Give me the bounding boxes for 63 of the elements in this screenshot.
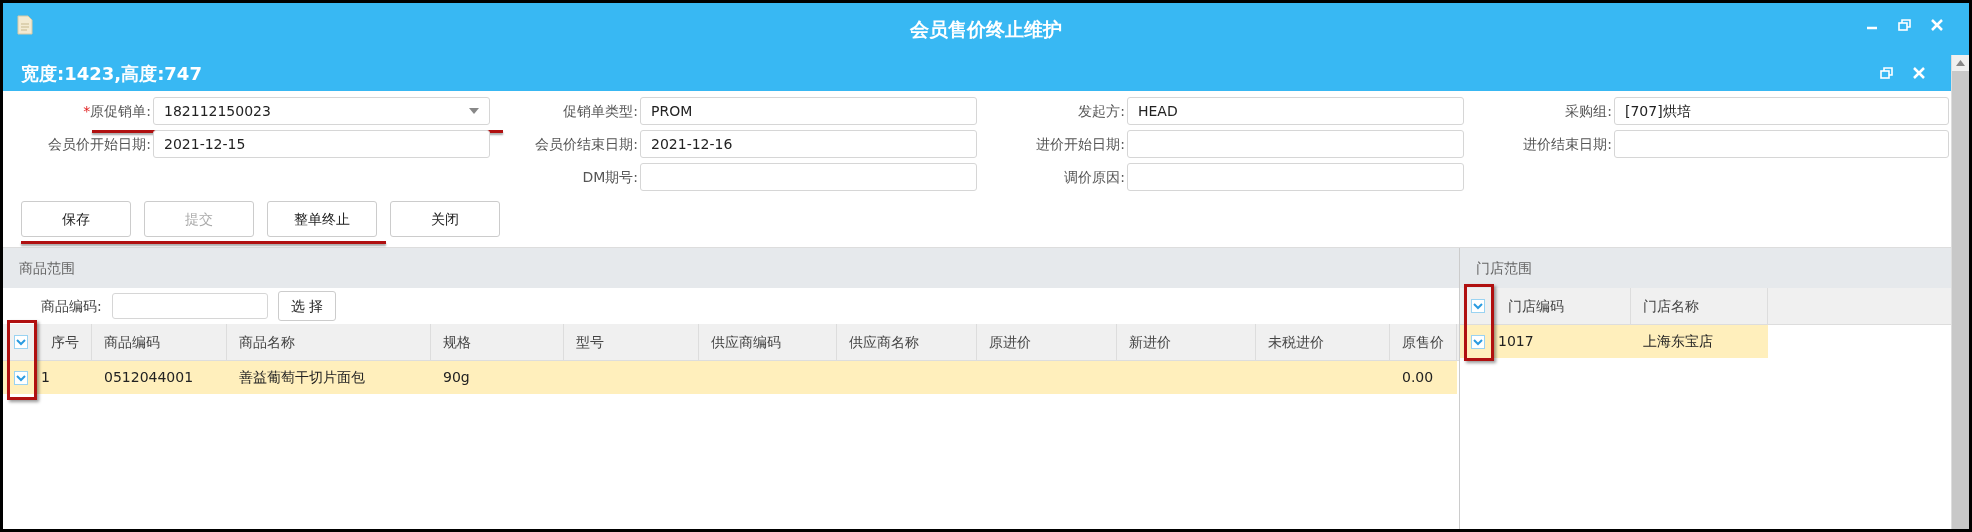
scrollbar[interactable]	[1951, 55, 1969, 529]
column-header[interactable]: 序号	[39, 324, 92, 360]
table-cell: 0.00	[1402, 369, 1434, 385]
column-header[interactable]: 原进价	[977, 324, 1117, 360]
field-label: 调价原因:	[1063, 167, 1125, 187]
document-icon	[17, 15, 33, 35]
toolbar-button[interactable]: 关闭	[390, 201, 500, 237]
close-icon[interactable]	[1913, 67, 1925, 79]
input-field[interactable]: 2021-12-15	[153, 130, 490, 158]
column-header[interactable]: 规格	[431, 324, 564, 360]
select-button[interactable]: 选 择	[277, 291, 337, 321]
column-header[interactable]: 供应商编码	[699, 324, 837, 360]
column-header[interactable]: 门店名称	[1631, 288, 1768, 324]
column-header[interactable]: 门店编码	[1496, 288, 1631, 324]
field-label: 发起方:	[1077, 101, 1125, 121]
checkbox[interactable]	[1471, 334, 1485, 349]
field-label: 进价开始日期:	[1035, 134, 1125, 154]
column-header[interactable]: 原售价	[1390, 324, 1457, 360]
table-cell: 上海东宝店	[1643, 333, 1713, 349]
checkbox[interactable]	[14, 370, 28, 385]
field-label: 商品编码:	[41, 296, 102, 316]
column-header[interactable]: 新进价	[1117, 324, 1256, 360]
field-label: 采购组:	[1564, 101, 1612, 121]
toolbar-button[interactable]: 整单终止	[267, 201, 377, 237]
input-field[interactable]	[640, 163, 977, 191]
field-label: 促销单类型:	[562, 101, 638, 121]
table-cell: 90g	[443, 369, 470, 385]
input-field[interactable]	[111, 293, 268, 319]
section-title: 门店范围	[1476, 258, 1532, 278]
column-header[interactable]: 商品名称	[227, 324, 431, 360]
table-cell: 1017	[1498, 333, 1534, 349]
input-field[interactable]: PROM	[640, 97, 977, 125]
toolbar-button[interactable]: 保存	[21, 201, 131, 237]
column-header[interactable]: 供应商名称	[837, 324, 977, 360]
input-field[interactable]: 2021-12-16	[640, 130, 977, 158]
input-field[interactable]: [707]烘培	[1614, 97, 1949, 125]
input-field[interactable]	[1614, 130, 1949, 158]
scroll-up-arrow-icon[interactable]	[1956, 60, 1965, 66]
field-label: *原促销单:	[82, 101, 151, 121]
table-row[interactable]: 1 0512044001 善益葡萄干切片面包 90g 0.00	[3, 361, 1457, 394]
window-subtitle: 宽度:1423,高度:747	[21, 61, 202, 86]
column-header[interactable]: 商品编码	[92, 324, 227, 360]
section-title: 商品范围	[19, 258, 75, 278]
input-field[interactable]: HEAD	[1127, 97, 1464, 125]
restore-icon[interactable]	[1898, 19, 1911, 31]
checkbox[interactable]	[14, 335, 28, 349]
field-label: 会员价开始日期:	[47, 134, 151, 154]
table-cell: 1	[41, 369, 50, 385]
close-icon[interactable]	[1931, 19, 1943, 31]
column-header[interactable]: 型号	[564, 324, 699, 360]
table-cell: 0512044001	[104, 369, 194, 385]
field-label: 进价结束日期:	[1522, 134, 1612, 154]
window-title: 会员售价终止维护	[910, 16, 1062, 42]
checkbox[interactable]	[1471, 299, 1485, 313]
column-header[interactable]: 未税进价	[1256, 324, 1390, 360]
input-field[interactable]	[1127, 163, 1464, 191]
table-row[interactable]: 1017 上海东宝店	[1460, 325, 1768, 358]
field-label: 会员价结束日期:	[534, 134, 638, 154]
input-field[interactable]	[1127, 130, 1464, 158]
field-label: DM期号:	[581, 167, 638, 187]
dropdown-arrow-icon[interactable]	[469, 108, 479, 114]
restore-icon[interactable]	[1880, 67, 1893, 79]
table-cell: 善益葡萄干切片面包	[239, 369, 365, 385]
